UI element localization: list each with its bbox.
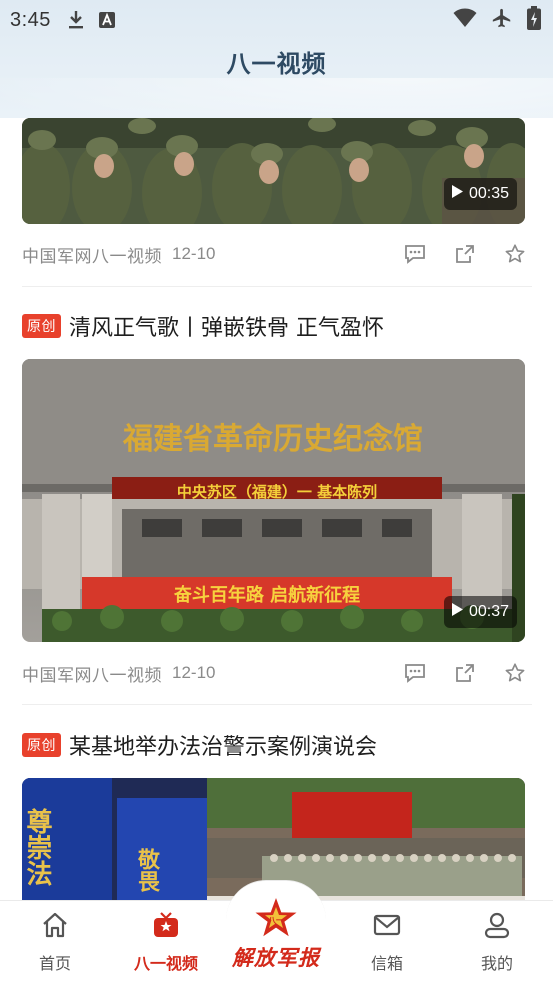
nav-item-pla-daily[interactable]: 八一 解放军报 <box>231 896 321 970</box>
pla-daily-wordmark: 解放军报 <box>232 945 320 970</box>
army-star-logo: 八一 <box>252 896 300 944</box>
a-box-icon <box>98 12 115 28</box>
nav-item-home[interactable]: 首页 <box>10 910 100 976</box>
nav-label: 首页 <box>38 954 71 973</box>
user-icon <box>482 910 512 944</box>
banner-left-text: 尊崇法 <box>22 807 52 887</box>
play-icon <box>451 185 463 203</box>
video-feed[interactable]: 00:35 中国军网八一视频 12-10 原创 清风正气歌丨弹嵌铁骨 正气盈怀 <box>0 118 553 900</box>
nav-item-video[interactable]: 八一视频 <box>121 910 211 976</box>
app-header: 3:45 八一视频 <box>0 0 553 118</box>
comment-icon[interactable] <box>402 660 428 686</box>
mail-icon <box>372 910 402 944</box>
status-bar: 3:45 <box>0 0 553 40</box>
nav-label: 信箱 <box>370 954 403 973</box>
banner-text: 奋斗百年路 启航新征程 <box>173 584 360 606</box>
star-icon[interactable] <box>502 241 528 267</box>
svg-text:八一: 八一 <box>267 916 284 925</box>
video-duration: 00:35 <box>443 178 517 210</box>
date-label: 12-10 <box>172 244 216 263</box>
nav-label: 八一视频 <box>133 954 198 973</box>
original-badge: 原创 <box>22 733 61 757</box>
nav-item-profile[interactable]: 我的 <box>452 910 542 976</box>
date-label: 12-10 <box>172 663 216 682</box>
status-time: 3:45 <box>10 8 51 31</box>
home-icon <box>40 910 70 944</box>
tv-icon <box>151 910 181 944</box>
memorial-sign-text: 福建省革命历史纪念馆 <box>122 422 423 457</box>
video-headline[interactable]: 原创 某基地举办法治警示案例演说会 <box>22 729 532 761</box>
download-icon <box>67 10 85 30</box>
headline-text: 某基地举办法治警示案例演说会 <box>69 735 378 760</box>
share-icon[interactable] <box>452 241 478 267</box>
play-icon <box>451 603 463 621</box>
divider <box>22 286 532 287</box>
banner-mid-text: 敬畏 <box>134 847 161 893</box>
star-icon[interactable] <box>502 660 528 686</box>
video-duration: 00:37 <box>443 596 517 628</box>
comment-icon[interactable] <box>402 241 428 267</box>
airplane-icon <box>491 7 513 33</box>
video-thumbnail[interactable]: 福建省革命历史纪念馆 中央苏区（福建）一 基本陈列 奋斗百年路 启航新征程 00… <box>22 359 525 642</box>
nav-label: 我的 <box>480 954 513 973</box>
source-label: 中国军网八一视频 <box>22 246 162 267</box>
item-meta: 中国军网八一视频 12-10 <box>22 658 532 688</box>
divider <box>22 704 532 705</box>
nav-item-mailbox[interactable]: 信箱 <box>342 910 432 976</box>
page-title: 八一视频 <box>226 50 327 78</box>
item-meta: 中国军网八一视频 12-10 <box>22 239 532 269</box>
share-icon[interactable] <box>452 660 478 686</box>
battery-charging-icon <box>527 6 541 34</box>
video-headline[interactable]: 原创 清风正气歌丨弹嵌铁骨 正气盈怀 <box>22 310 532 342</box>
exhibit-sign-text: 中央苏区（福建）一 基本陈列 <box>177 483 377 501</box>
source-label: 中国军网八一视频 <box>22 665 162 686</box>
headline-text: 清风正气歌丨弹嵌铁骨 正气盈怀 <box>69 316 384 341</box>
video-thumbnail[interactable]: 00:35 <box>22 118 525 224</box>
original-badge: 原创 <box>22 314 61 338</box>
wifi-icon <box>453 8 477 32</box>
